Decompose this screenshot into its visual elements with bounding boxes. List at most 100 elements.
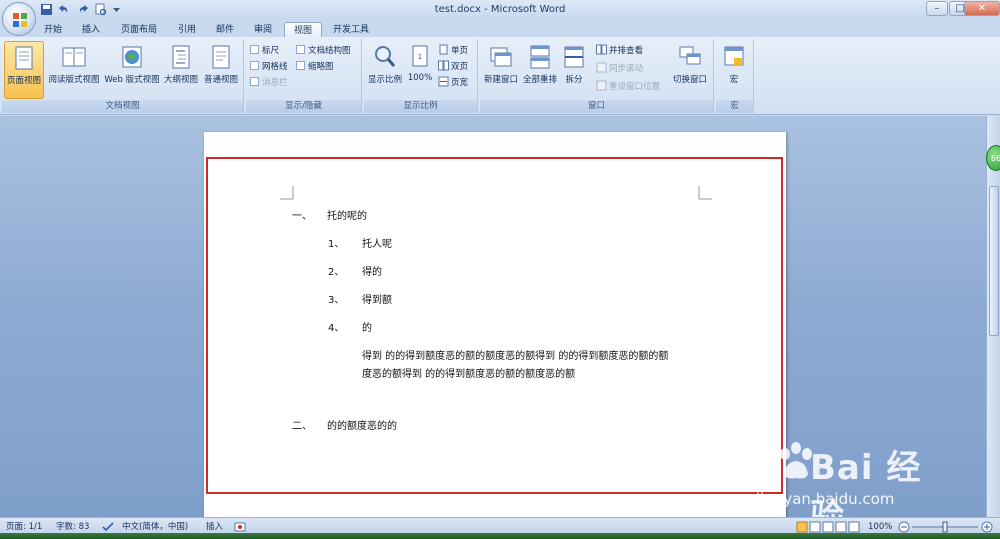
doc-map-label: 文档结构图 — [308, 46, 351, 56]
page-view-icon — [15, 46, 33, 70]
doc-map-checkbox-box — [296, 45, 305, 54]
magnifier-icon — [375, 46, 396, 67]
web-view-button[interactable]: Web 版式视图 — [102, 41, 162, 99]
split-icon — [564, 46, 584, 68]
macro-icon — [724, 46, 744, 66]
split-label: 拆分 — [565, 75, 583, 85]
view-shortcuts-icon[interactable] — [796, 521, 860, 533]
office-button[interactable] — [2, 2, 36, 36]
switch-windows-icon — [679, 46, 701, 65]
zoom-100-label: 100% — [407, 73, 433, 83]
thumbnails-checkbox[interactable]: 缩略图 — [296, 61, 334, 74]
switch-windows-label: 切换窗口 — [672, 75, 707, 85]
tab-view[interactable]: 视图 — [284, 22, 322, 38]
ruler-checkbox[interactable]: 标尺 — [250, 45, 279, 58]
switch-windows-button[interactable]: 切换窗口 — [670, 41, 710, 99]
group-window: 新建窗口 全部重排 拆分 并排查看 同步滚动 重设窗口位置 切换窗口 窗口 — [480, 39, 714, 113]
message-bar-checkbox-box — [250, 77, 259, 86]
arrange-all-icon — [530, 45, 550, 69]
one-page-button[interactable]: 单页 — [438, 44, 468, 58]
ribbon-tabs: 开始 插入 页面布局 引用 邮件 审阅 视图 开发工具 — [0, 20, 1000, 38]
proofing-icon[interactable] — [102, 521, 114, 533]
group-label-show-hide: 显示/隐藏 — [246, 100, 361, 113]
side-by-side-button[interactable]: 并排查看 — [596, 44, 643, 58]
group-label-macros: 宏 — [716, 100, 753, 113]
gridlines-label: 网格线 — [262, 62, 288, 72]
thumbnails-label: 缩略图 — [308, 62, 334, 72]
reading-view-button[interactable]: 阅读版式视图 — [46, 41, 102, 99]
arrange-all-label: 全部重排 — [522, 75, 557, 85]
tab-page-layout[interactable]: 页面布局 — [112, 22, 166, 38]
language-indicator[interactable]: 中文(简体，中国) — [122, 521, 188, 533]
tab-review[interactable]: 审阅 — [246, 22, 280, 38]
draft-view-button[interactable]: 普通视图 — [200, 41, 242, 99]
insert-mode[interactable]: 插入 — [206, 521, 223, 533]
reset-position-button[interactable]: 重设窗口位置 — [596, 80, 660, 94]
draft-view-icon — [212, 45, 230, 69]
page-count[interactable]: 页面: 1/1 — [6, 521, 42, 533]
watermark-url: jingyan.baidu.com — [756, 490, 895, 508]
zoom-label: 显示比例 — [367, 75, 402, 85]
zoom-100-icon: 1 — [412, 45, 428, 67]
two-pages-label: 双页 — [451, 62, 469, 72]
tab-mailings[interactable]: 邮件 — [208, 22, 242, 38]
close-button[interactable]: ✕ — [964, 1, 1000, 16]
split-button[interactable]: 拆分 — [560, 41, 588, 99]
zoom-button[interactable]: 显示比例 — [366, 41, 404, 99]
arrange-all-button[interactable]: 全部重排 — [520, 41, 560, 99]
tab-insert[interactable]: 插入 — [74, 22, 108, 38]
group-document-views: 页面视图 阅读版式视图 Web 版式视图 大纲视图 普通视图 文档视图 — [2, 39, 244, 113]
tab-references[interactable]: 引用 — [170, 22, 204, 38]
zoom-slider[interactable] — [898, 521, 994, 533]
word-count[interactable]: 字数: 83 — [56, 521, 89, 533]
draft-view-label: 普通视图 — [203, 75, 238, 85]
side-by-side-label: 并排查看 — [609, 46, 644, 56]
scrollbar-thumb[interactable] — [989, 186, 999, 336]
page-width-label: 页宽 — [451, 78, 469, 88]
group-macros: 宏 宏 — [716, 39, 754, 113]
macros-button[interactable]: 宏 — [718, 41, 750, 99]
tab-developer[interactable]: 开发工具 — [326, 22, 376, 38]
group-label-document-views: 文档视图 — [2, 100, 243, 113]
message-bar-label: 消息栏 — [262, 78, 288, 88]
macro-record-icon[interactable] — [234, 521, 246, 533]
ruler-label: 标尺 — [262, 46, 280, 56]
outline-view-label: 大纲视图 — [163, 75, 198, 85]
vertical-scrollbar[interactable] — [986, 116, 1000, 517]
minimize-button[interactable]: – — [926, 1, 948, 16]
reading-view-label: 阅读版式视图 — [48, 75, 100, 85]
reset-position-icon — [596, 80, 607, 91]
doc-map-checkbox[interactable]: 文档结构图 — [296, 45, 351, 58]
svg-text:1: 1 — [418, 53, 422, 61]
page-view-label: 页面视图 — [6, 76, 41, 86]
office-logo-icon — [13, 13, 27, 27]
web-view-label: Web 版式视图 — [104, 75, 160, 85]
two-pages-icon — [438, 60, 449, 71]
window-title: test.docx - Microsoft Word — [434, 4, 566, 15]
zoom-level[interactable]: 100% — [868, 521, 892, 533]
group-show-hide: 标尺 网格线 消息栏 文档结构图 缩略图 显示/隐藏 — [246, 39, 362, 113]
reading-view-icon — [62, 47, 86, 67]
side-by-side-icon — [596, 44, 607, 55]
sync-scroll-icon — [596, 62, 607, 73]
title-bar: test.docx - Microsoft Word – □ ✕ — [0, 0, 1000, 36]
outline-view-button[interactable]: 大纲视图 — [162, 41, 200, 99]
page-width-button[interactable]: 页宽 — [438, 76, 468, 90]
group-zoom: 显示比例 1 100% 单页 双页 页宽 显示比例 — [364, 39, 478, 113]
zoom-100-button[interactable]: 1 100% — [404, 41, 436, 99]
sync-scroll-label: 同步滚动 — [609, 64, 644, 74]
group-label-zoom: 显示比例 — [364, 100, 477, 113]
message-bar-checkbox[interactable]: 消息栏 — [250, 77, 288, 90]
os-taskbar — [0, 533, 1000, 539]
outline-view-icon — [172, 45, 190, 69]
page-view-button[interactable]: 页面视图 — [4, 41, 44, 99]
tab-home[interactable]: 开始 — [36, 22, 70, 38]
two-pages-button[interactable]: 双页 — [438, 60, 468, 74]
new-window-button[interactable]: 新建窗口 — [482, 41, 520, 99]
ruler-checkbox-box — [250, 45, 259, 54]
side-badge[interactable]: 66 — [986, 145, 1000, 171]
one-page-icon — [439, 44, 448, 55]
sync-scroll-button[interactable]: 同步滚动 — [596, 62, 643, 76]
gridlines-checkbox-box — [250, 61, 259, 70]
gridlines-checkbox[interactable]: 网格线 — [250, 61, 288, 74]
